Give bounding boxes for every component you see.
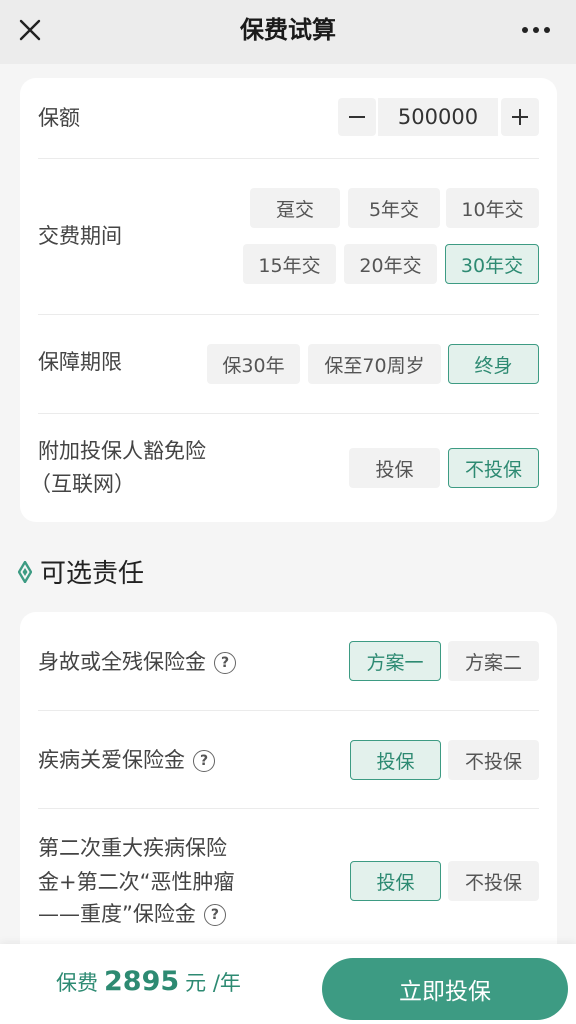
optional-section-header: 可选责任 bbox=[17, 551, 145, 591]
premium-label: 保费 bbox=[56, 971, 98, 995]
optional-item-label-line2: 金+第二次“恶性肿瘤 bbox=[38, 870, 235, 894]
coverage-amount-value[interactable]: 500000 bbox=[378, 98, 498, 136]
section-title: 可选责任 bbox=[40, 558, 145, 589]
second-ci-option-decline[interactable]: 不投保 bbox=[448, 861, 539, 901]
basic-plan-card: 保额 500000 交费期间 趸交 5年交 10年交 15年交 20年交 30年… bbox=[20, 78, 557, 522]
waiver-option-insure[interactable]: 投保 bbox=[349, 448, 440, 488]
payment-option-15y[interactable]: 15年交 bbox=[243, 244, 336, 284]
payment-period-label: 交费期间 bbox=[38, 224, 122, 248]
term-option-30y[interactable]: 保30年 bbox=[207, 344, 300, 384]
waiver-option-decline[interactable]: 不投保 bbox=[448, 448, 539, 488]
optional-item-label: 身故或全残保险金? bbox=[38, 646, 236, 678]
waiver-label-line2: （互联网） bbox=[30, 472, 135, 496]
term-option-lifetime[interactable]: 终身 bbox=[448, 344, 539, 384]
help-icon[interactable]: ? bbox=[203, 904, 226, 926]
divider bbox=[38, 314, 539, 315]
premium-unit: 元 /年 bbox=[185, 971, 241, 995]
top-bar: 保费试算 bbox=[0, 0, 576, 64]
payment-option-lump[interactable]: 趸交 bbox=[250, 188, 340, 228]
premium-display: 保费 2895 元 /年 bbox=[56, 966, 241, 997]
help-icon[interactable]: ? bbox=[193, 750, 215, 772]
payment-option-10y[interactable]: 10年交 bbox=[446, 188, 539, 228]
optional-item-label-line3: ——重度”保险金? bbox=[38, 898, 226, 930]
optional-item-label-line1: 第二次重大疾病保险 bbox=[38, 836, 227, 860]
optional-coverage-card: 身故或全残保险金? 方案一 方案二 疾病关爱保险金? 投保 不投保 第二次重大疾… bbox=[20, 612, 557, 972]
second-ci-option-insure[interactable]: 投保 bbox=[350, 861, 441, 901]
payment-option-20y[interactable]: 20年交 bbox=[344, 244, 437, 284]
divider bbox=[38, 413, 539, 414]
increase-button[interactable] bbox=[501, 98, 539, 136]
more-icon[interactable] bbox=[516, 14, 556, 46]
help-icon[interactable]: ? bbox=[214, 652, 236, 674]
death-option-plan1[interactable]: 方案一 bbox=[349, 641, 441, 681]
divider bbox=[38, 158, 539, 159]
buy-now-button[interactable]: 立即投保 bbox=[322, 958, 568, 1020]
coverage-amount-label: 保额 bbox=[38, 106, 80, 130]
term-option-to70[interactable]: 保至70周岁 bbox=[308, 344, 441, 384]
care-option-decline[interactable]: 不投保 bbox=[448, 740, 539, 780]
divider bbox=[38, 710, 539, 711]
bottom-bar: 保费 2895 元 /年 立即投保 bbox=[0, 944, 576, 1024]
care-option-insure[interactable]: 投保 bbox=[350, 740, 441, 780]
diamond-icon bbox=[17, 559, 33, 585]
page-title: 保费试算 bbox=[240, 16, 336, 44]
waiver-label-line1: 附加投保人豁免险 bbox=[38, 439, 206, 463]
coverage-term-label: 保障期限 bbox=[38, 350, 122, 374]
payment-option-30y[interactable]: 30年交 bbox=[445, 244, 539, 284]
premium-amount: 2895 bbox=[104, 966, 180, 997]
divider bbox=[38, 808, 539, 809]
optional-item-label: 疾病关爱保险金? bbox=[38, 744, 215, 776]
payment-option-5y[interactable]: 5年交 bbox=[348, 188, 440, 228]
decrease-button[interactable] bbox=[338, 98, 376, 136]
death-option-plan2[interactable]: 方案二 bbox=[448, 641, 539, 681]
